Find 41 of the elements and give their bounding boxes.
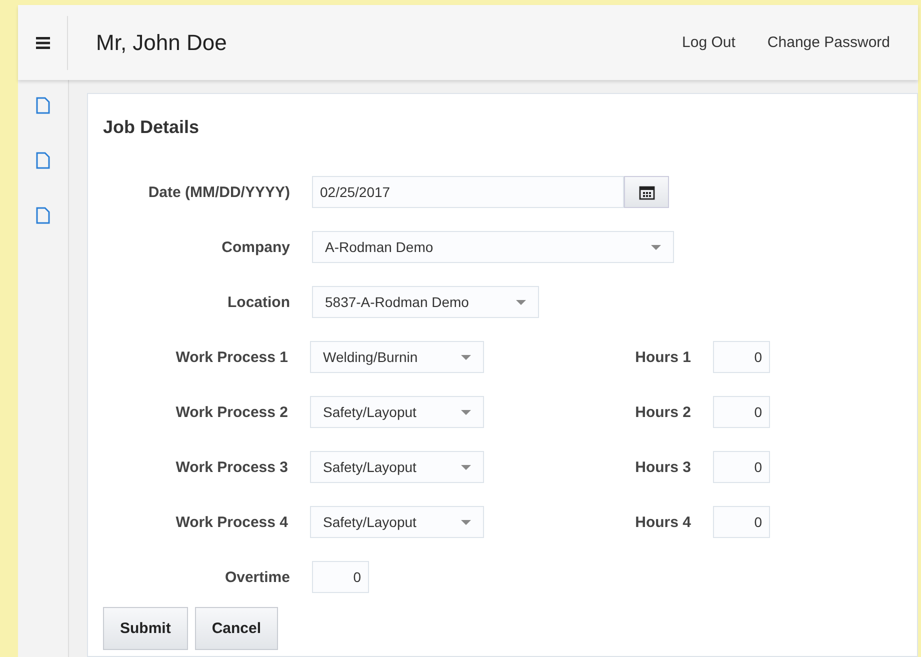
user-name: Mr, John Doe <box>96 30 227 56</box>
hours-field[interactable]: 0 <box>713 451 770 483</box>
caret-icon <box>461 410 471 414</box>
caret-icon <box>651 244 661 250</box>
field-label: Work Process 2 <box>174 404 288 420</box>
work-process-dropdown[interactable]: Safety/Layoput <box>310 451 484 483</box>
header-link[interactable]: Change Password <box>767 34 890 51</box>
work-process-dropdown[interactable]: Safety/Layoput <box>310 396 484 428</box>
field-label: Overtime <box>224 568 290 586</box>
caret-icon <box>516 300 526 304</box>
field-label: Work Process 4 <box>174 514 288 530</box>
field-label: Hours 2 <box>634 404 691 420</box>
caret-icon <box>461 464 471 470</box>
field-label: Hours 1 <box>634 348 691 366</box>
document-icon[interactable] <box>36 97 50 114</box>
field-label: Hours 3 <box>634 458 691 476</box>
field-label: Work Process 3 <box>174 458 288 476</box>
calendar-icon <box>638 184 654 200</box>
hours-field[interactable]: 0 <box>713 506 770 538</box>
field-label: Date (MM/DD/YYYY) <box>147 184 290 200</box>
hours-field[interactable]: 0 <box>713 396 770 428</box>
field-label: Company <box>220 238 290 256</box>
header-link[interactable]: Log Out <box>682 34 736 51</box>
form-button[interactable]: Cancel <box>194 607 278 650</box>
caret-icon <box>461 354 471 360</box>
hours-field[interactable]: 0 <box>713 341 770 373</box>
form-title: Job Details <box>103 117 200 138</box>
form-button[interactable]: Submit <box>103 607 188 650</box>
document-icon[interactable] <box>36 152 50 169</box>
date-field[interactable]: 02/25/2017 <box>312 176 624 208</box>
document-icon[interactable] <box>36 207 50 224</box>
company-dropdown[interactable]: A-Rodman Demo <box>312 231 674 263</box>
overtime-field[interactable]: 0 <box>312 561 369 593</box>
caret-icon <box>461 520 471 524</box>
field-label: Hours 4 <box>634 514 691 530</box>
location-dropdown[interactable]: 5837-A-Rodman Demo <box>312 286 539 318</box>
calendar-button[interactable] <box>624 176 669 208</box>
field-label: Location <box>226 294 290 310</box>
work-process-dropdown[interactable]: Safety/Layoput <box>310 506 484 538</box>
field-label: Work Process 1 <box>174 348 288 366</box>
work-process-dropdown[interactable]: Welding/Burnin <box>310 341 484 373</box>
